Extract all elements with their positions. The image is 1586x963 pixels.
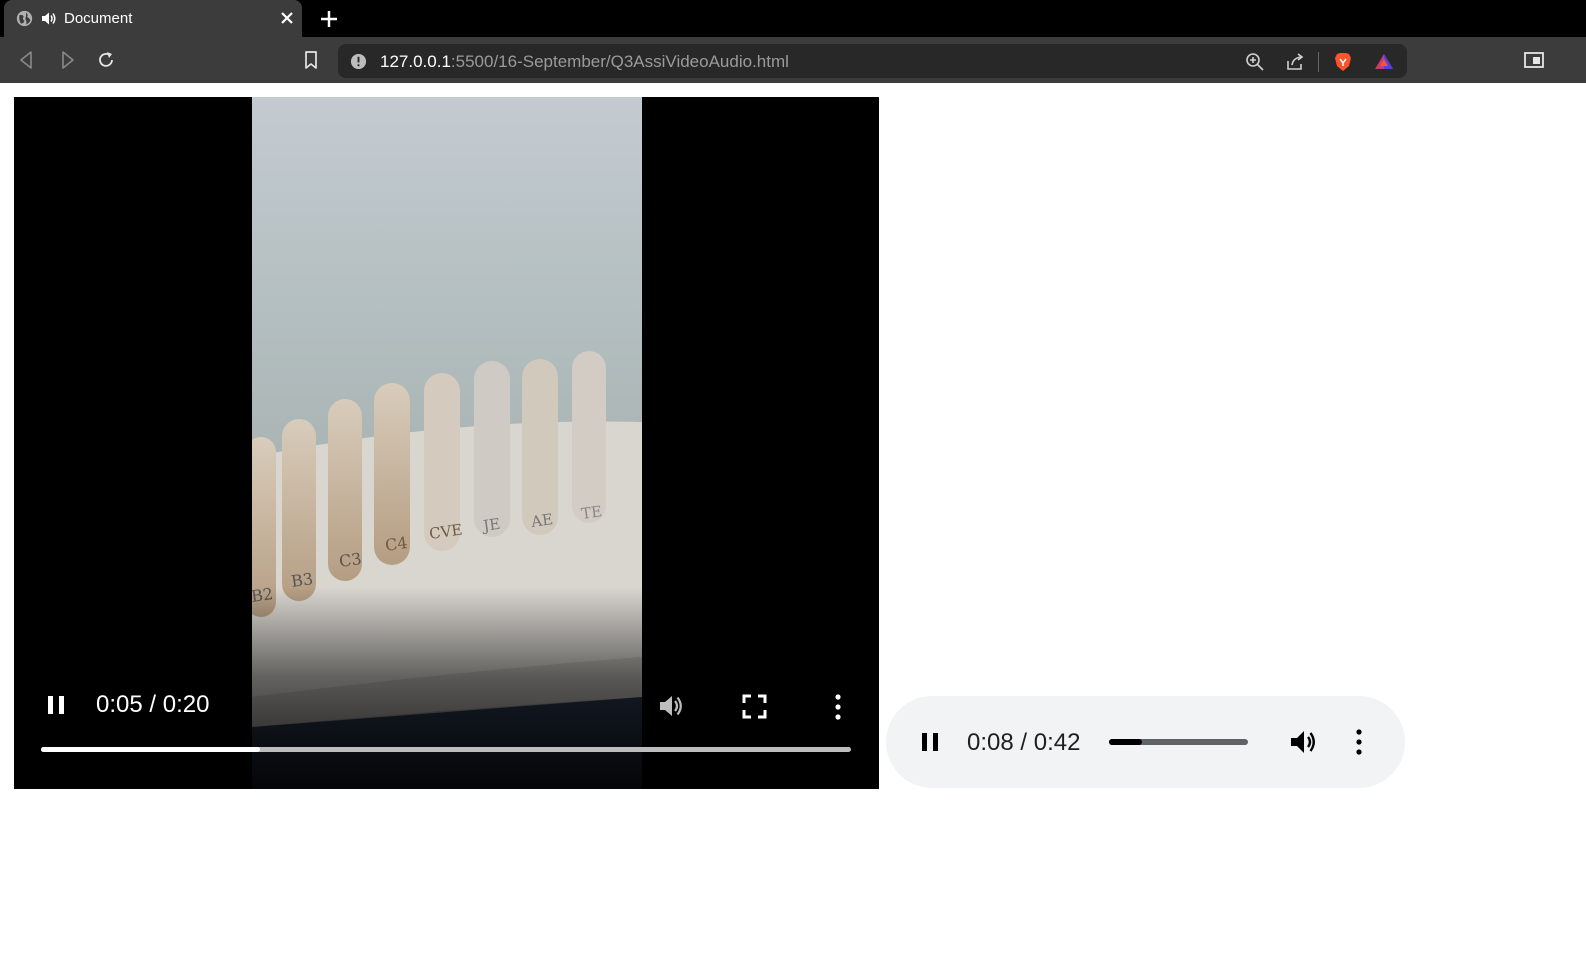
brave-shields-icon[interactable] (1332, 51, 1354, 73)
swatch-label: C3 (338, 549, 363, 571)
more-options-icon[interactable] (832, 693, 844, 721)
url-host: 127.0.0.1 (380, 52, 451, 71)
back-icon[interactable] (16, 49, 38, 71)
tab-title: Document (64, 10, 133, 27)
browser-toolbar: 127.0.0.1:5500/16-September/Q3AssiVideoA… (0, 37, 1586, 83)
sidebar-icon[interactable] (1523, 49, 1545, 71)
pause-icon[interactable] (916, 728, 944, 756)
speaker-icon[interactable] (42, 12, 56, 25)
swatch-label: C4 (384, 533, 409, 555)
browser-tab[interactable]: Document (4, 0, 302, 37)
globe-icon (16, 10, 33, 27)
video-player[interactable]: B2 B3 C3 C4 CVE JE AE TE 0:05 / 0:20 (14, 97, 879, 789)
fullscreen-icon[interactable] (741, 693, 768, 720)
address-bar[interactable]: 127.0.0.1:5500/16-September/Q3AssiVideoA… (338, 44, 1407, 78)
tab-strip: Document (0, 0, 1586, 37)
reload-icon[interactable] (95, 49, 117, 71)
url-text: 127.0.0.1:5500/16-September/Q3AssiVideoA… (380, 52, 789, 72)
bookmark-icon[interactable] (300, 49, 322, 71)
url-path: :5500/16-September/Q3AssiVideoAudio.html (450, 52, 789, 71)
volume-icon[interactable] (656, 691, 686, 721)
share-icon[interactable] (1284, 51, 1306, 73)
new-tab-icon[interactable] (318, 8, 340, 30)
audio-progress-fill (1109, 739, 1143, 745)
forward-icon[interactable] (56, 49, 78, 71)
pause-icon[interactable] (42, 691, 70, 719)
zoom-icon[interactable] (1244, 51, 1266, 73)
brave-rewards-icon[interactable] (1373, 51, 1395, 73)
audio-player[interactable]: 0:08 / 0:42 (886, 696, 1405, 788)
swatch-label: AE (529, 510, 554, 531)
toolbar-divider (1318, 52, 1319, 72)
close-icon[interactable] (278, 9, 296, 27)
video-progress-fill (41, 747, 260, 752)
audio-progress-bar[interactable] (1109, 739, 1248, 745)
video-progress-bar[interactable] (41, 747, 851, 752)
audio-time-display: 0:08 / 0:42 (967, 729, 1081, 756)
swatch-label: TE (580, 502, 603, 523)
swatch-label: JE (480, 515, 501, 535)
site-info-icon[interactable] (350, 53, 367, 70)
video-time-display: 0:05 / 0:20 (96, 691, 210, 718)
volume-icon[interactable] (1288, 727, 1320, 757)
video-controls-overlay (14, 587, 879, 789)
more-options-icon[interactable] (1353, 728, 1365, 756)
